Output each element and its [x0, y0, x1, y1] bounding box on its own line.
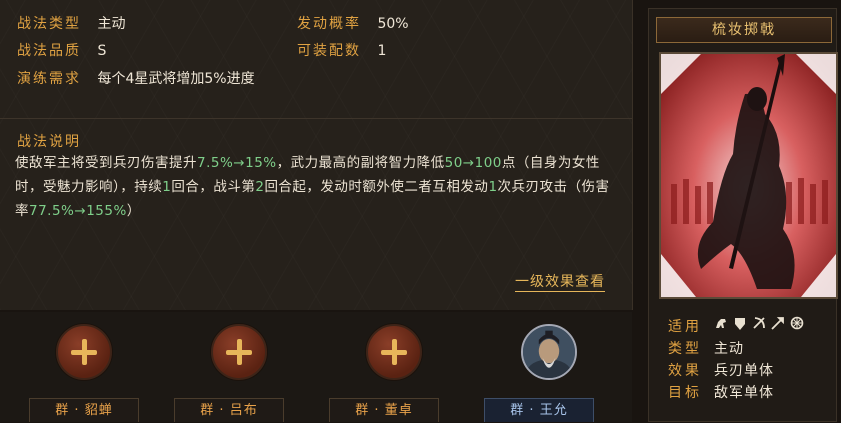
wheel-icon [790, 316, 804, 330]
requirement-label: 演练需求 [17, 71, 81, 87]
divider [0, 118, 632, 119]
desc-text-7: ） [126, 203, 141, 219]
level-one-effect-link[interactable]: 一级效果查看 [515, 273, 605, 292]
general-slot-1[interactable] [54, 322, 114, 382]
requirement-value: 每个4星武将增加5%进度 [97, 71, 255, 87]
general-name-3: 群 · 董卓 [329, 398, 439, 422]
desc-highlight-6: 77.5%→155% [29, 203, 127, 219]
tactic-name-banner: 梳妆掷戟 [656, 17, 832, 43]
desc-highlight-3: 1 [162, 179, 172, 195]
general-portrait-icon [523, 326, 575, 378]
desc-text-1: 使敌军主将受到兵刃伤害提升 [15, 155, 197, 171]
tactic-grade-value: S [97, 43, 107, 59]
desc-text-5: 回合起，发动时额外使二者互相发动 [264, 179, 489, 195]
general-name-4: 群 · 王允 [484, 398, 594, 422]
general-slot-3[interactable] [364, 322, 424, 382]
general-name-2: 群 · 吕布 [174, 398, 284, 422]
desc-highlight-1: 7.5%→15% [197, 155, 277, 171]
spear-icon [771, 317, 784, 330]
tactic-type-value: 主动 [97, 16, 126, 32]
general-slot-2[interactable] [209, 322, 269, 382]
effect-label: 效果 [668, 363, 702, 379]
add-general-button[interactable] [56, 324, 112, 380]
tactic-card-art [659, 52, 838, 299]
add-general-button[interactable] [211, 324, 267, 380]
desc-text-2: ，武力最高的副将智力降低 [276, 155, 445, 171]
requirement-row: 演练需求 每个4星武将增加5%进度 [17, 69, 255, 89]
target-label: 目标 [668, 385, 702, 401]
desc-highlight-2: 50→100 [444, 155, 502, 171]
description-title: 战法说明 [17, 134, 81, 150]
equip-count-row: 可装配数 1 [297, 41, 386, 61]
general-avatar[interactable] [521, 324, 577, 380]
probability-row: 发动概率 50% [297, 14, 409, 34]
tactic-grade-row: 战法品质 S [17, 41, 106, 61]
applicable-label: 适用 [668, 319, 702, 335]
desc-text-4: 回合，战斗第 [171, 179, 256, 195]
description-text: 使敌军主将受到兵刃伤害提升7.5%→15%，武力最高的副将智力降低50→100点… [15, 151, 617, 223]
tactic-type-label: 战法类型 [17, 16, 81, 32]
general-name-1: 群 · 貂蝉 [29, 398, 139, 422]
bow-icon [753, 317, 765, 329]
equip-count-value: 1 [377, 43, 387, 59]
general-slot-4[interactable] [519, 322, 579, 382]
probability-label: 发动概率 [297, 16, 361, 32]
desc-highlight-5: 1 [488, 179, 498, 195]
equip-count-label: 可装配数 [297, 43, 361, 59]
warrior-silhouette-icon [661, 54, 836, 297]
add-general-button[interactable] [366, 324, 422, 380]
probability-value: 50% [377, 16, 409, 32]
tactic-grade-label: 战法品质 [17, 43, 81, 59]
category-label: 类型 [668, 341, 702, 357]
applicable-troop-icons [714, 316, 804, 330]
shield-icon [735, 318, 745, 330]
target-value: 敌军单体 [714, 385, 774, 401]
effect-value: 兵刃单体 [714, 363, 774, 379]
category-value: 主动 [714, 341, 744, 357]
tactic-type-row: 战法类型 主动 [17, 14, 125, 34]
cavalry-icon [716, 319, 726, 328]
